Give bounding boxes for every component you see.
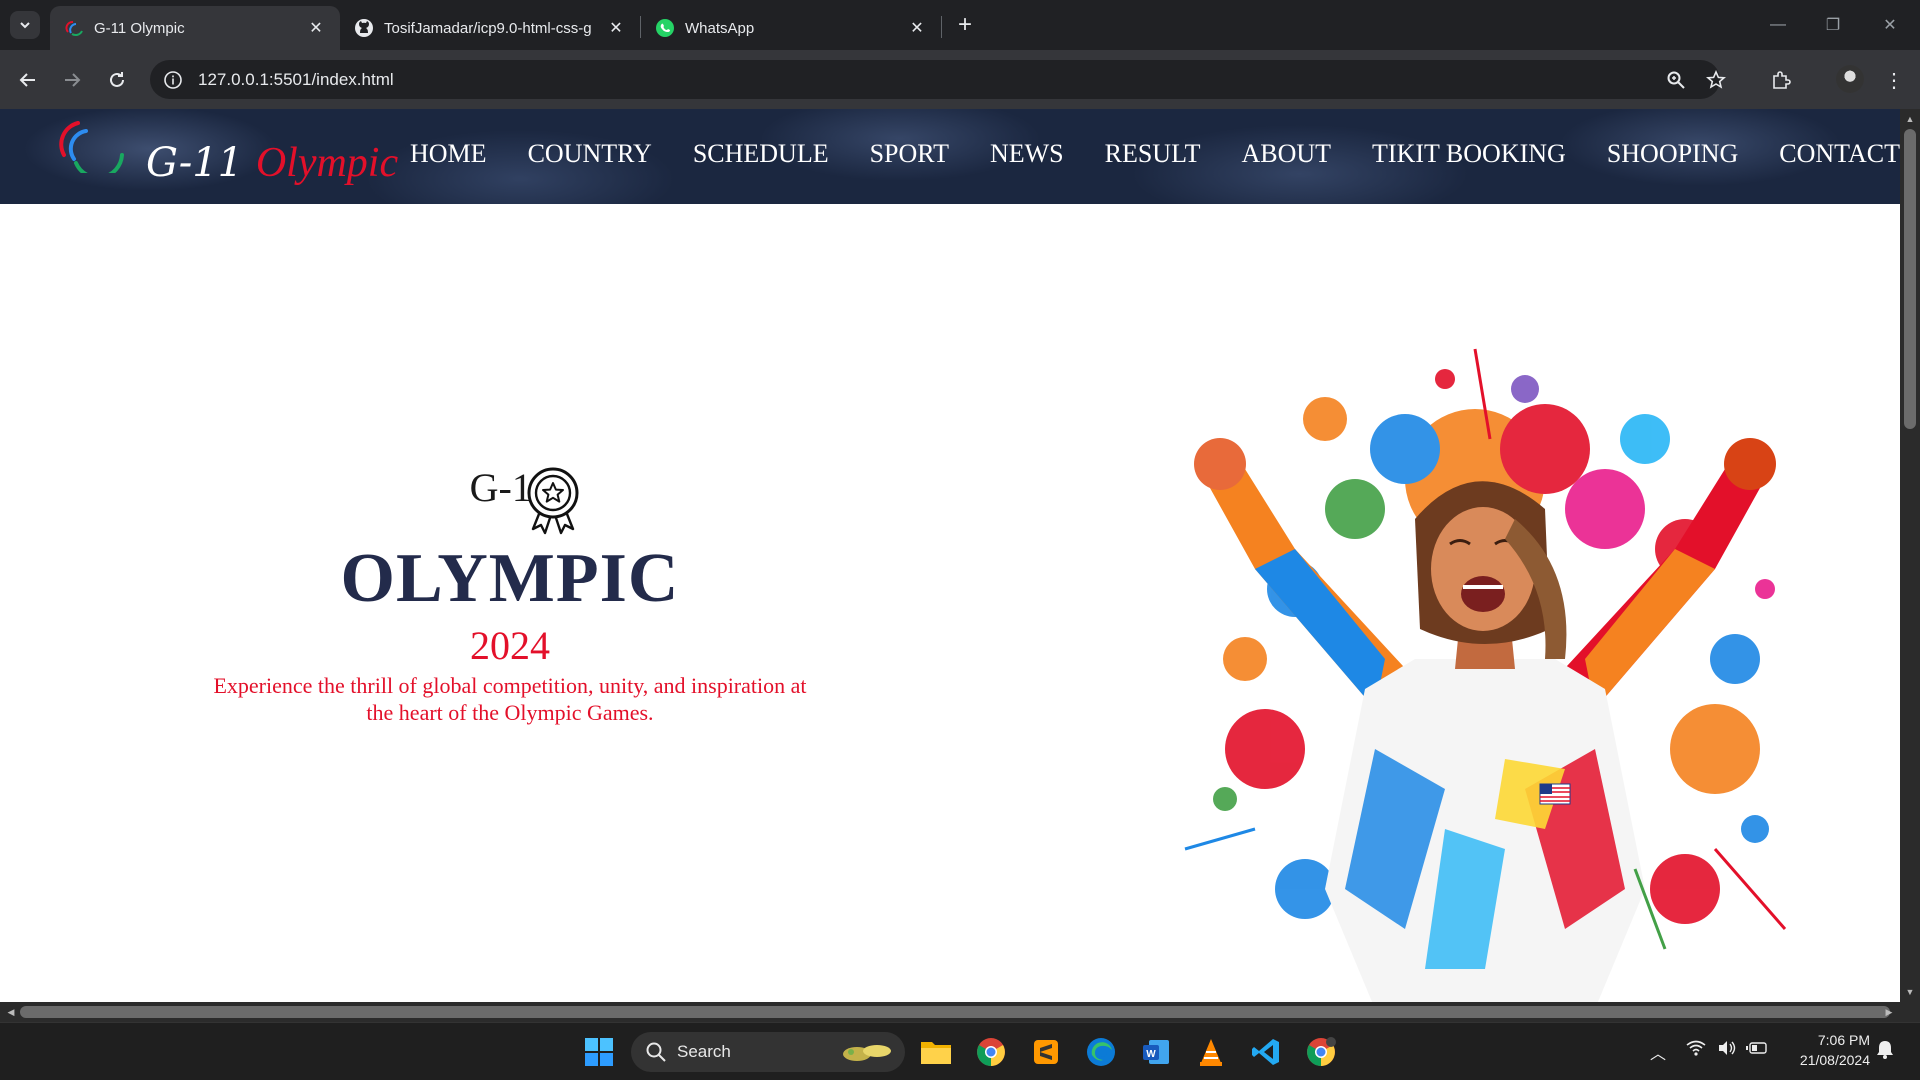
chrome-profile-icon[interactable] (1302, 1033, 1340, 1071)
taskbar-search-label: Search (677, 1042, 731, 1061)
windows-start-icon[interactable] (580, 1033, 618, 1071)
menu-item-news[interactable]: NEWS (990, 139, 1064, 169)
tab-g11-olympic[interactable]: G-11 Olympic ✕ (50, 6, 340, 50)
hero-tagline: Experience the thrill of global competit… (213, 673, 807, 725)
chrome-icon[interactable] (972, 1033, 1010, 1071)
tab-title: G-11 Olympic (94, 19, 185, 37)
wifi-icon[interactable] (1686, 1040, 1706, 1061)
window-close-button[interactable]: ✕ (1870, 10, 1910, 40)
back-button[interactable] (12, 64, 44, 96)
cheering-athlete-illustration (1184, 348, 1787, 1002)
profile-avatar[interactable] (1836, 65, 1864, 93)
puzzle-icon (1773, 71, 1791, 89)
extensions-button[interactable] (1765, 64, 1797, 96)
menu-item-schedule[interactable]: SCHEDULE (693, 139, 829, 169)
tab-whatsapp[interactable]: WhatsApp ✕ (641, 6, 941, 50)
site-info-icon[interactable] (162, 69, 184, 91)
search-icon (646, 1042, 666, 1062)
more-menu-icon[interactable]: ⋮ (1878, 64, 1910, 96)
address-bar[interactable]: 127.0.0.1:5501/index.html (150, 60, 1726, 99)
tab-separator (941, 16, 942, 38)
zoom-icon[interactable] (1664, 68, 1688, 92)
vertical-scrollbar[interactable]: ▲ ▼ (1900, 109, 1920, 1002)
file-explorer-icon[interactable] (917, 1033, 955, 1071)
whatsapp-icon (655, 18, 675, 38)
scroll-left-icon[interactable]: ◀ (2, 1002, 20, 1022)
browser-tabbar: G-11 Olympic ✕ TosifJamadar/icp9.0-html-… (0, 0, 1920, 50)
sublime-text-icon[interactable] (1027, 1033, 1065, 1071)
url-text: 127.0.0.1:5501/index.html (198, 69, 394, 89)
olympic-rings-logo-icon[interactable] (52, 117, 126, 173)
menu-item-sport[interactable]: SPORT (870, 139, 949, 169)
tab-title: TosifJamadar/icp9.0-html-css-g (384, 19, 592, 37)
volume-icon[interactable] (1717, 1040, 1737, 1061)
page-viewport: G-11 Olympic HOME COUNTRY SCHEDULE SPORT… (0, 109, 1900, 1002)
logo-suffix: Olympic (255, 140, 399, 186)
vscode-icon[interactable] (1247, 1033, 1285, 1071)
word-icon[interactable]: W (1137, 1033, 1175, 1071)
notification-bell-icon[interactable] (1876, 1039, 1894, 1064)
forward-button[interactable] (56, 64, 88, 96)
battery-icon[interactable] (1746, 1040, 1768, 1061)
close-icon[interactable]: ✕ (606, 18, 626, 38)
search-highlight-icon (843, 1045, 891, 1061)
arrow-right-icon (65, 73, 81, 87)
taskbar-clock[interactable]: 7:06 PM 21/08/2024 (1778, 1030, 1870, 1070)
arrow-left-icon (19, 73, 35, 87)
award-medal-icon (527, 467, 579, 535)
close-icon[interactable]: ✕ (306, 18, 326, 38)
minimize-button[interactable]: — (1758, 10, 1798, 40)
clock-time: 7:06 PM (1817, 1032, 1870, 1048)
menu-item-country[interactable]: COUNTRY (528, 139, 652, 169)
github-icon (354, 18, 374, 38)
scroll-right-icon[interactable]: ▶ (1880, 1002, 1898, 1022)
reload-icon (110, 72, 124, 87)
scroll-down-icon[interactable]: ▼ (1900, 984, 1920, 1000)
site-logo-text[interactable]: G-11 Olympic (146, 139, 398, 187)
horizontal-scrollbar[interactable]: ◀ ▶ (0, 1002, 1920, 1022)
tab-search-button[interactable] (10, 11, 40, 39)
menu-item-contact[interactable]: CONTACT (1779, 139, 1900, 169)
show-hidden-icons-chevron-icon[interactable]: ︿ (1650, 1040, 1666, 1064)
taskbar-search-box[interactable]: Search (631, 1032, 905, 1072)
main-menu: HOME COUNTRY SCHEDULE SPORT NEWS RESULT … (410, 139, 1900, 169)
reload-button[interactable] (101, 64, 133, 96)
olympic-rings-favicon-icon (64, 18, 84, 38)
tab-title: WhatsApp (685, 19, 755, 37)
site-navbar: G-11 Olympic HOME COUNTRY SCHEDULE SPORT… (0, 109, 1900, 204)
close-icon[interactable]: ✕ (907, 18, 927, 38)
menu-item-shooping[interactable]: SHOOPING (1607, 139, 1738, 169)
hero-year: 2024 (470, 623, 550, 668)
windows-taskbar: Search W ︿ 7:06 PM 21/08/2024 (0, 1022, 1920, 1080)
scroll-up-icon[interactable]: ▲ (1900, 111, 1920, 127)
hero-title: OLYMPIC (340, 540, 680, 617)
tab-github[interactable]: TosifJamadar/icp9.0-html-css-g ✕ (340, 6, 640, 50)
logo-prefix: G-11 (146, 140, 244, 186)
menu-item-home[interactable]: HOME (410, 139, 487, 169)
edge-icon[interactable] (1082, 1033, 1120, 1071)
browser-toolbar: 127.0.0.1:5501/index.html ⋮ (0, 50, 1920, 109)
hero-subtitle-wrap: G-11 (210, 464, 810, 511)
vlc-icon[interactable] (1192, 1033, 1230, 1071)
chevron-down-icon (20, 22, 30, 29)
vertical-scroll-thumb[interactable] (1904, 129, 1916, 429)
horizontal-scroll-thumb[interactable] (20, 1006, 1890, 1018)
bookmark-star-icon[interactable] (1704, 68, 1728, 92)
menu-item-about[interactable]: ABOUT (1241, 139, 1331, 169)
clock-date: 21/08/2024 (1799, 1052, 1870, 1068)
menu-item-result[interactable]: RESULT (1105, 139, 1201, 169)
restore-button[interactable]: ❐ (1813, 10, 1853, 40)
menu-item-tikit-booking[interactable]: TIKIT BOOKING (1372, 139, 1566, 169)
new-tab-button[interactable]: + (950, 11, 980, 39)
svg-text:W: W (1146, 1049, 1156, 1060)
